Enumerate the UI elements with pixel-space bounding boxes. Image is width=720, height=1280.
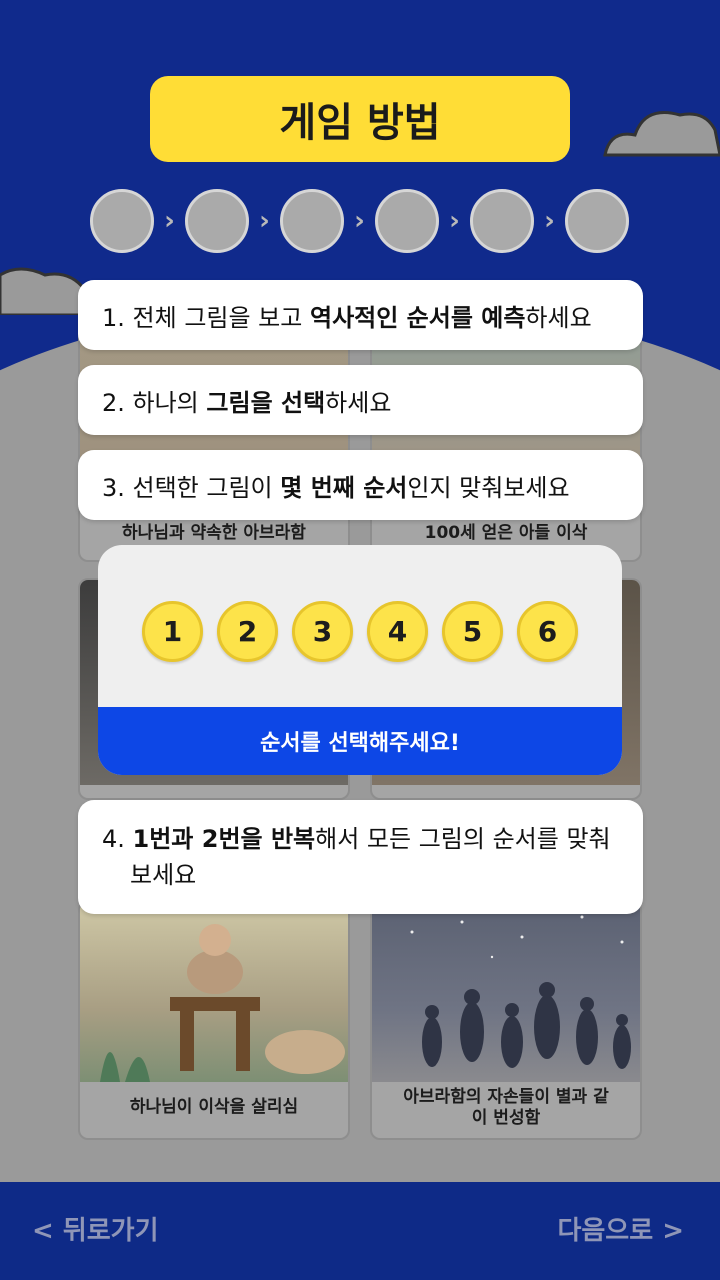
instruction-step-1: 1. 전체 그림을 보고 역사적인 순서를 예측하세요 xyxy=(78,280,643,350)
instruction-step-4: 4. 1번과 2번을 반복해서 모든 그림의 순서를 맞춰 보세요 xyxy=(78,800,643,914)
progress-step xyxy=(470,189,534,253)
chevron-right-icon: › xyxy=(544,206,555,236)
cloud-icon xyxy=(603,111,720,157)
card-illustration xyxy=(80,902,348,1082)
progress-step xyxy=(90,189,154,253)
order-number-button[interactable]: 6 xyxy=(517,601,578,662)
instruction-text: 3. 선택한 그림이 몇 번째 순서인지 맞춰보세요 xyxy=(102,473,570,502)
page-title: 게임 방법 xyxy=(150,76,570,162)
progress-step xyxy=(280,189,344,253)
altar-illustration xyxy=(100,924,345,1082)
instruction-text: 2. 하나의 그림을 선택하세요 xyxy=(102,388,392,417)
order-number-button[interactable]: 5 xyxy=(442,601,503,662)
card-caption: 아브라함의 자손들이 별과 같이 번성함 xyxy=(403,1086,609,1128)
progress-step xyxy=(185,189,249,253)
card-caption xyxy=(80,781,348,798)
instruction-step-3: 3. 선택한 그림이 몇 번째 순서인지 맞춰보세요 xyxy=(78,450,643,520)
order-number-button[interactable]: 4 xyxy=(367,601,428,662)
order-number-row: 1 2 3 4 5 6 xyxy=(142,601,578,662)
card-caption xyxy=(372,781,640,798)
instruction-text: 4. 1번과 2번을 반복해서 모든 그림의 순서를 맞춰 보세요 xyxy=(102,825,611,889)
order-select-modal: 1 2 3 4 5 6 순서를 선택해주세요! xyxy=(98,545,622,775)
order-number-button[interactable]: 1 xyxy=(142,601,203,662)
progress-step xyxy=(375,189,439,253)
travelers-illustration xyxy=(410,915,631,1069)
card-caption: 하나님이 이삭을 살리심 xyxy=(129,1097,299,1118)
order-prompt-bar: 순서를 선택해주세요! xyxy=(98,707,622,775)
chevron-right-icon: › xyxy=(164,206,175,236)
next-button[interactable]: 다음으로 > xyxy=(557,1210,684,1247)
instruction-step-2: 2. 하나의 그림을 선택하세요 xyxy=(78,365,643,435)
progress-steps: › › › › › xyxy=(90,188,635,254)
chevron-right-icon: › xyxy=(354,206,365,236)
order-number-button[interactable]: 2 xyxy=(217,601,278,662)
order-number-button[interactable]: 3 xyxy=(292,601,353,662)
card-illustration xyxy=(372,902,640,1082)
chevron-right-icon: › xyxy=(259,206,270,236)
progress-step xyxy=(565,189,629,253)
chevron-right-icon: › xyxy=(449,206,460,236)
picture-card[interactable]: 하나님이 이삭을 살리심 xyxy=(78,900,350,1140)
footer-nav: < 뒤로가기 다음으로 > xyxy=(0,1182,720,1280)
picture-card[interactable]: 아브라함의 자손들이 별과 같이 번성함 xyxy=(370,900,642,1140)
instruction-text: 1. 전체 그림을 보고 역사적인 순서를 예측하세요 xyxy=(102,303,592,332)
back-button[interactable]: < 뒤로가기 xyxy=(32,1210,159,1247)
